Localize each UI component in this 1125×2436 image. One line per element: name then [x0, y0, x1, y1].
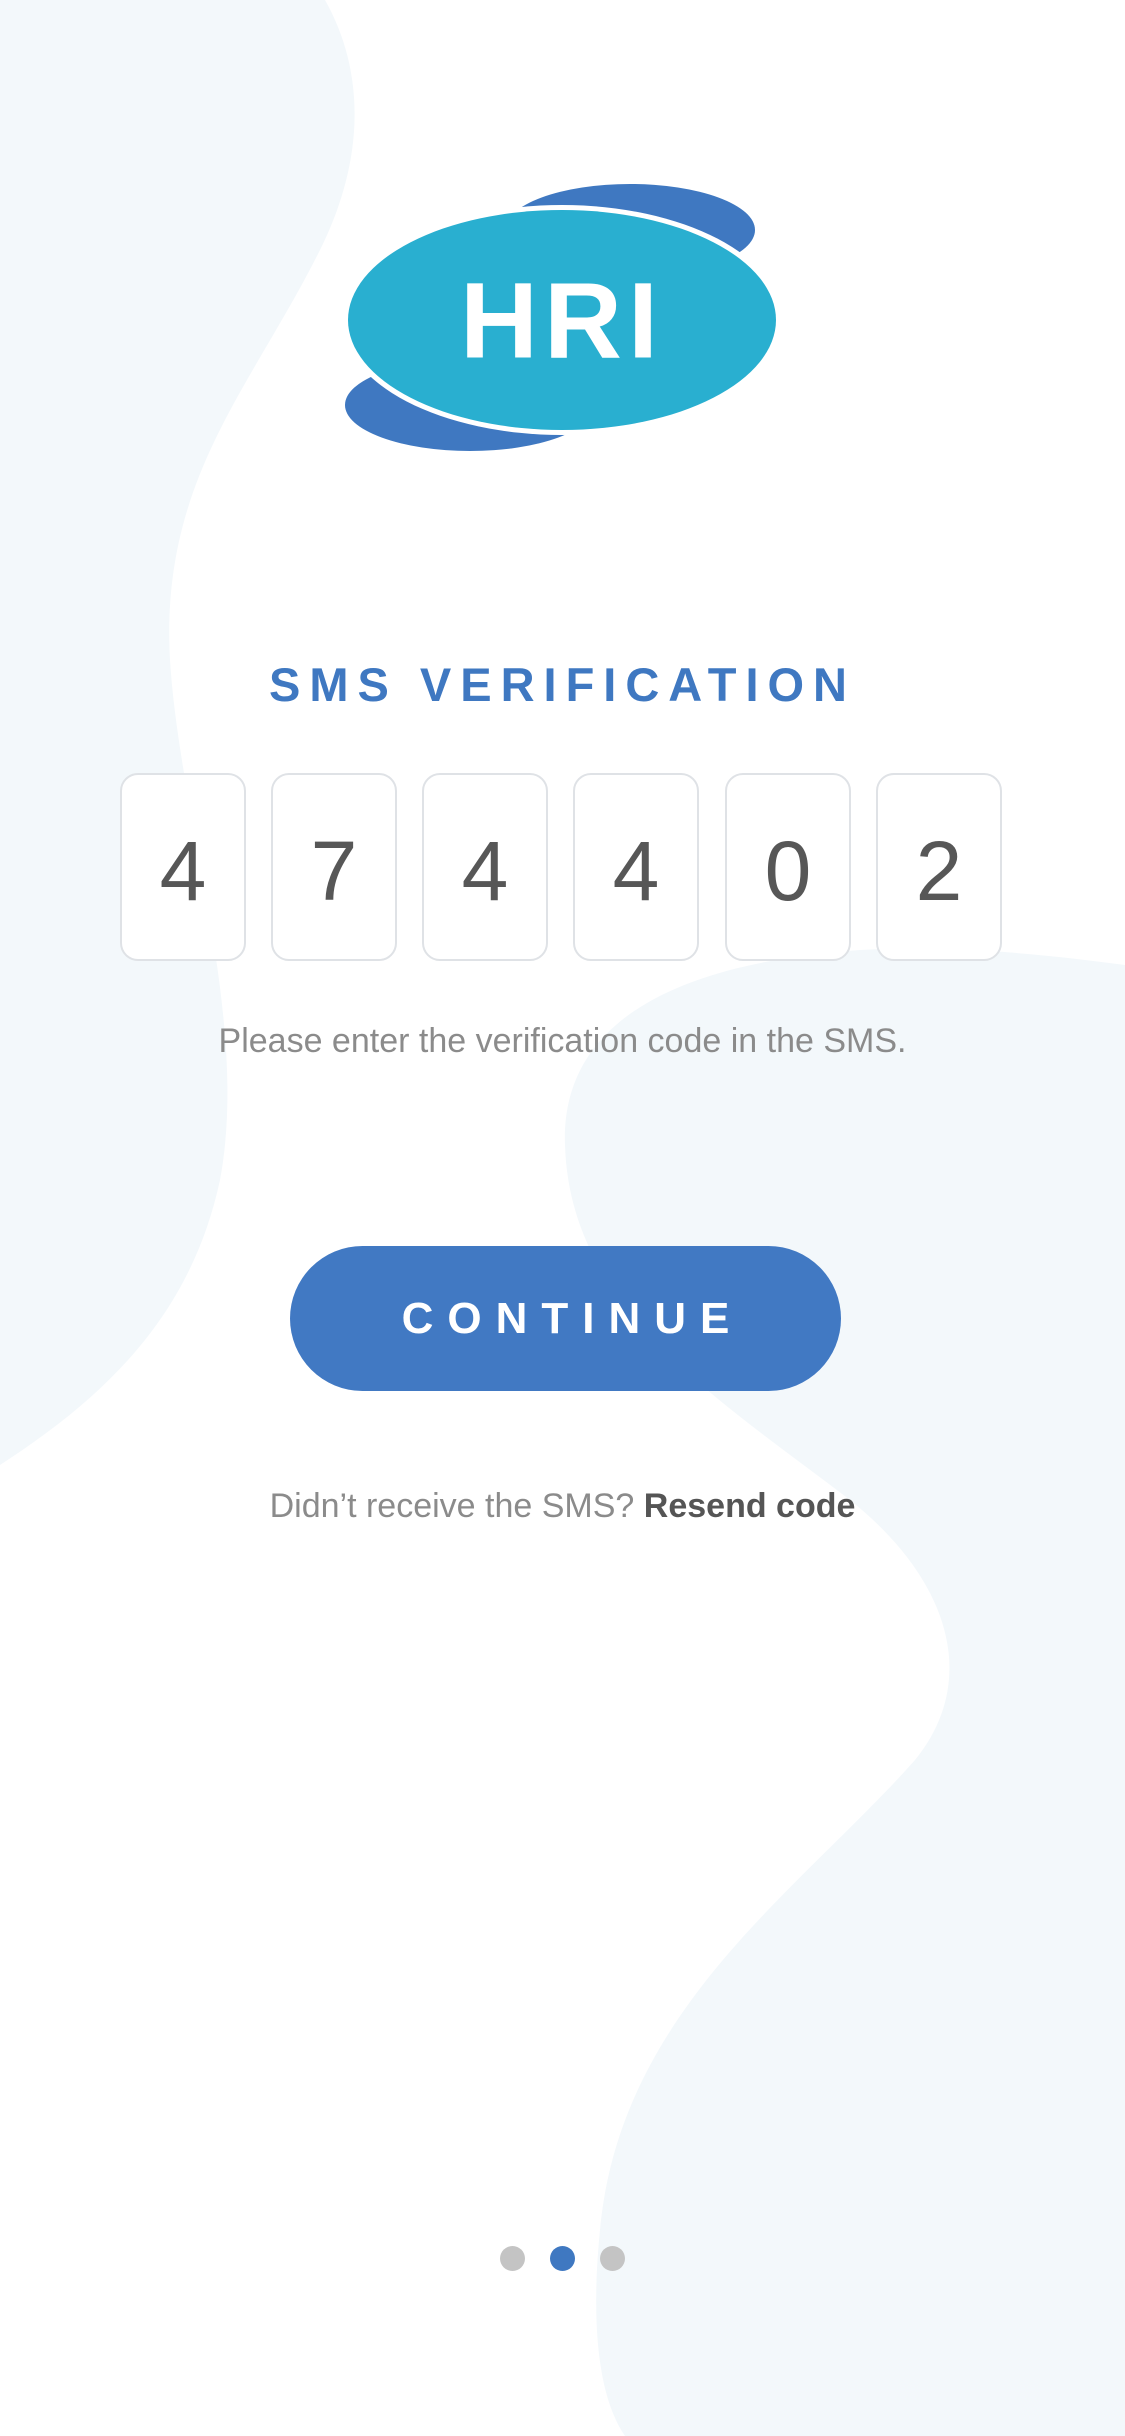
code-digit-box[interactable]: 7: [271, 773, 397, 961]
instruction-text: Please enter the verification code in th…: [218, 1022, 907, 1060]
resend-row: Didn’t receive the SMS? Resend code: [0, 1480, 1125, 1532]
code-digit-box[interactable]: 0: [725, 773, 851, 961]
code-digit: 2: [915, 824, 963, 918]
page-indicator-dot-active[interactable]: [550, 2246, 575, 2271]
hri-logo: HRI: [342, 184, 782, 451]
page-indicator-dot[interactable]: [600, 2246, 625, 2271]
page-indicator: [0, 2246, 1125, 2274]
code-digit-box[interactable]: 4: [573, 773, 699, 961]
code-digit-box[interactable]: 4: [422, 773, 548, 961]
code-digit: 4: [159, 824, 207, 918]
page-title: SMS VERIFICATION: [268, 658, 857, 711]
code-digit-box[interactable]: 2: [876, 773, 1002, 961]
page-indicator-dot[interactable]: [500, 2246, 525, 2271]
code-digit: 4: [612, 824, 660, 918]
code-digit: 0: [764, 824, 812, 918]
continue-button[interactable]: CONTINUE: [290, 1246, 841, 1391]
code-digit: 7: [310, 824, 358, 918]
resend-prompt: Didn’t receive the SMS?: [269, 1487, 635, 1525]
sms-verification-screen: HRI SMS VERIFICATION 4 7 4 4 0 2 Please …: [0, 0, 1125, 2436]
logo-text: HRI: [460, 260, 664, 381]
resend-code-link[interactable]: Resend code: [644, 1487, 856, 1525]
code-digit-box[interactable]: 4: [120, 773, 246, 961]
code-digit: 4: [461, 824, 509, 918]
verification-code-input[interactable]: 4 7 4 4 0 2: [120, 773, 1005, 963]
